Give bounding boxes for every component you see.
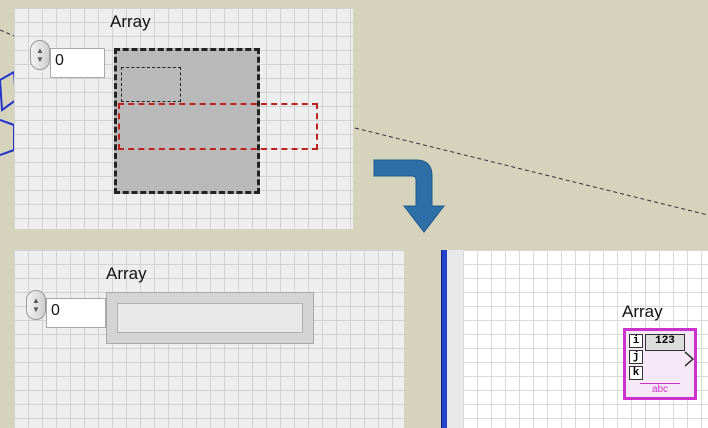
index-display[interactable]: 0 — [46, 298, 106, 328]
index-letters: i j k — [629, 334, 643, 384]
array-label: Array — [110, 12, 151, 31]
element-selection-box — [121, 67, 181, 102]
element-type-label: abc — [640, 383, 680, 396]
front-panel-top: Array ▲ ▼ 0 — [14, 8, 353, 229]
spinner-up-icon[interactable]: ▲ — [32, 296, 40, 305]
spinner-down-icon[interactable]: ▼ — [36, 55, 44, 64]
array-label: Array — [106, 264, 147, 283]
index-spinner[interactable]: ▲ ▼ — [30, 40, 50, 70]
index-display[interactable]: 0 — [50, 48, 105, 78]
array-terminal-label: Array — [622, 302, 663, 321]
numeric-type-box: 123 — [645, 334, 685, 351]
array-frame[interactable] — [106, 292, 314, 344]
spinner-up-icon[interactable]: ▲ — [36, 46, 44, 55]
resize-drag-outline[interactable] — [118, 103, 318, 150]
separator-margin — [447, 250, 463, 428]
array-element-empty[interactable] — [117, 303, 303, 333]
spinner-down-icon[interactable]: ▼ — [32, 305, 40, 314]
array-terminal-icon[interactable]: i j k 123 abc — [623, 328, 697, 400]
index-spinner[interactable]: ▲ ▼ — [26, 290, 46, 320]
block-diagram: Array i j k 123 abc — [463, 250, 708, 428]
output-arrow-icon — [684, 351, 694, 367]
curved-down-arrow-icon — [373, 159, 446, 233]
front-panel-bottom: Array ▲ ▼ 0 — [14, 250, 404, 428]
